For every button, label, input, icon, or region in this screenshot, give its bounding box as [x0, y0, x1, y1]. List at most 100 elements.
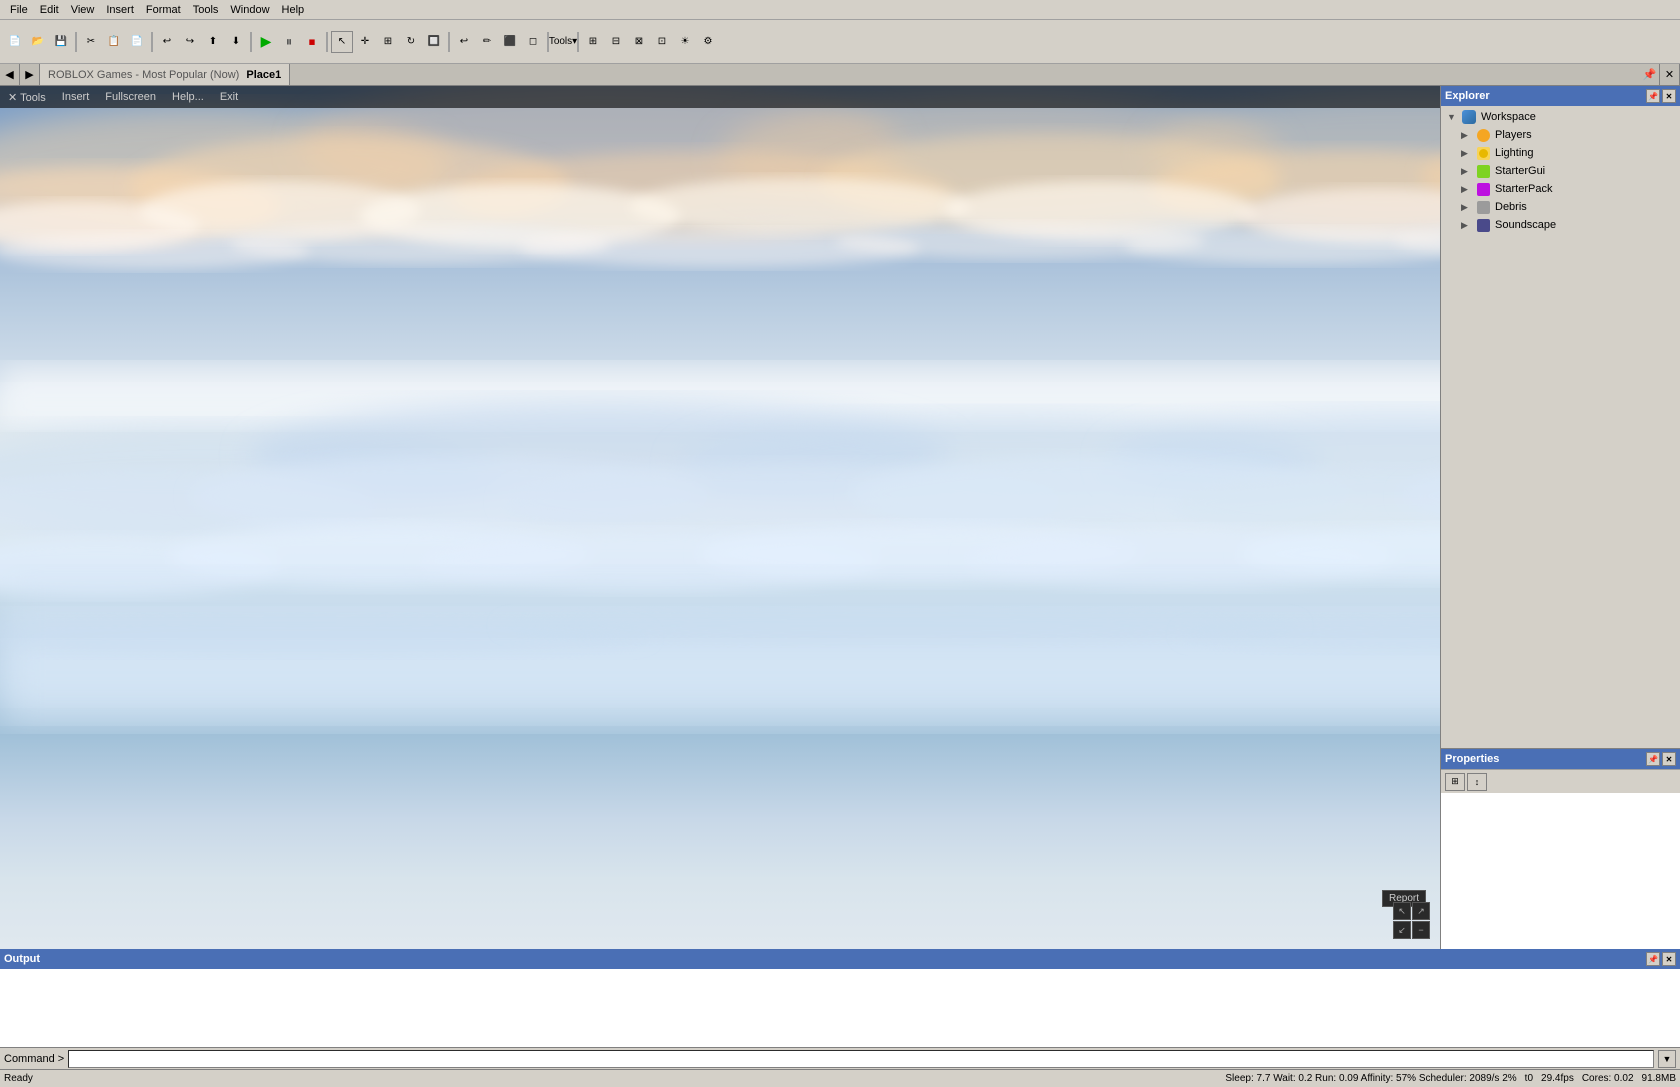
workspace-label: Workspace [1481, 111, 1536, 123]
explorer-soundscape[interactable]: ▶ Soundscape [1443, 216, 1678, 234]
tb-draw[interactable]: ✏ [476, 31, 498, 53]
tb-cut[interactable]: ✂ [80, 31, 102, 53]
tb-copy[interactable]: 📋 [103, 31, 125, 53]
main-area: ✕ Tools Insert Fullscreen Help... Exit R… [0, 86, 1680, 949]
players-label: Players [1495, 129, 1532, 141]
explorer-title: Explorer [1445, 90, 1490, 102]
debris-label: Debris [1495, 201, 1527, 213]
tb-open[interactable]: 📂 [27, 31, 49, 53]
menu-insert[interactable]: Insert [100, 2, 140, 18]
tb-grid[interactable]: ⊞ [582, 31, 604, 53]
command-expand-btn[interactable]: ▼ [1658, 1050, 1676, 1068]
tb-up[interactable]: ⬆ [202, 31, 224, 53]
explorer-pin-btn[interactable]: 📌 [1646, 89, 1660, 103]
properties-header-controls: 📌 ✕ [1646, 752, 1676, 766]
output-title: Output [4, 953, 40, 965]
explorer-lighting[interactable]: ▶ Lighting [1443, 144, 1678, 162]
cam-up-left[interactable]: ↖ [1393, 902, 1411, 920]
menu-format[interactable]: Format [140, 2, 187, 18]
game-toolbar: ✕ Tools Insert Fullscreen Help... Exit [0, 86, 1440, 108]
explorer-panel: Explorer 📌 ✕ ▼ Workspace ▶ [1441, 86, 1680, 749]
tb-paste[interactable]: 📄 [126, 31, 148, 53]
properties-toolbar: ⊞ ↕ [1441, 769, 1680, 793]
tb-move2[interactable]: ⊠ [628, 31, 650, 53]
lighting-icon [1475, 145, 1491, 161]
properties-pin-btn[interactable]: 📌 [1646, 752, 1660, 766]
tb-snap[interactable]: ⊟ [605, 31, 627, 53]
menu-file[interactable]: File [4, 2, 34, 18]
tb-collision[interactable]: 🔲 [423, 31, 445, 53]
game-help-btn[interactable]: Help... [168, 91, 208, 103]
prop-btn-sort[interactable]: ↕ [1467, 773, 1487, 791]
statusbar: Ready Sleep: 7.7 Wait: 0.2 Run: 0.09 Aff… [0, 1069, 1680, 1087]
tab-nav-right[interactable]: ▶ [20, 64, 40, 85]
cam-zoom-out[interactable]: − [1412, 921, 1430, 939]
menu-help[interactable]: Help [276, 2, 311, 18]
game-insert-btn[interactable]: Insert [58, 91, 94, 103]
properties-close-btn[interactable]: ✕ [1662, 752, 1676, 766]
soundscape-icon [1475, 217, 1491, 233]
explorer-close-btn[interactable]: ✕ [1662, 89, 1676, 103]
tab-separator [241, 69, 244, 81]
cam-up-right[interactable]: ↗ [1412, 902, 1430, 920]
tb-light[interactable]: ☀ [674, 31, 696, 53]
tab-label: Place1 [246, 69, 281, 81]
tb-move[interactable]: ✛ [354, 31, 376, 53]
menu-view[interactable]: View [65, 2, 101, 18]
tb-settings[interactable]: ⚙ [697, 31, 719, 53]
menu-window[interactable]: Window [224, 2, 275, 18]
menu-tools[interactable]: Tools [187, 2, 225, 18]
starterpack-icon [1475, 181, 1491, 197]
right-panel: Explorer 📌 ✕ ▼ Workspace ▶ [1440, 86, 1680, 949]
game-fullscreen-btn[interactable]: Fullscreen [101, 91, 160, 103]
tb-stop[interactable]: ⏹ [301, 31, 323, 53]
explorer-startergui[interactable]: ▶ StarterGui [1443, 162, 1678, 180]
explorer-workspace[interactable]: ▼ Workspace [1443, 108, 1678, 126]
tb-undo[interactable]: ↩ [156, 31, 178, 53]
tab-place1[interactable]: ROBLOX Games - Most Popular (Now) Place1 [40, 64, 290, 85]
tb-pause[interactable]: ⏸ [278, 31, 300, 53]
soundscape-label: Soundscape [1495, 219, 1556, 231]
cloud-svg [0, 86, 1440, 949]
starterpack-arrow: ▶ [1461, 184, 1471, 195]
cam-down-left[interactable]: ↙ [1393, 921, 1411, 939]
tb-scale2[interactable]: ⊡ [651, 31, 673, 53]
output-pin-btn[interactable]: 📌 [1646, 952, 1660, 966]
tb-select[interactable]: ↖ [331, 31, 353, 53]
properties-title: Properties [1445, 753, 1499, 765]
explorer-debris[interactable]: ▶ Debris [1443, 198, 1678, 216]
explorer-starterpack[interactable]: ▶ StarterPack [1443, 180, 1678, 198]
menu-edit[interactable]: Edit [34, 2, 65, 18]
tb-scale[interactable]: ⊞ [377, 31, 399, 53]
explorer-header-controls: 📌 ✕ [1646, 89, 1676, 103]
tab-nav-left[interactable]: ◀ [0, 64, 20, 85]
startergui-icon [1475, 163, 1491, 179]
status-ready: Ready [4, 1073, 33, 1084]
tb-save[interactable]: 💾 [50, 31, 72, 53]
tb-fill[interactable]: ⬛ [499, 31, 521, 53]
game-tools-btn[interactable]: ✕ Tools [4, 91, 50, 104]
tb-erase[interactable]: ◻ [522, 31, 544, 53]
tab-close[interactable]: ✕ [1660, 64, 1680, 85]
toolbar: 📄 📂 💾 ✂ 📋 📄 ↩ ↪ ⬆ ⬇ ▶ ⏸ ⏹ ↖ ✛ ⊞ ↻ 🔲 ↩ [0, 20, 1680, 64]
explorer-players[interactable]: ▶ Players [1443, 126, 1678, 144]
startergui-arrow: ▶ [1461, 166, 1471, 177]
tb-rotate[interactable]: ↻ [400, 31, 422, 53]
players-icon [1475, 127, 1491, 143]
tb-undo2[interactable]: ↩ [453, 31, 475, 53]
command-input[interactable] [68, 1050, 1654, 1068]
tb-play[interactable]: ▶ [255, 31, 277, 53]
viewport[interactable]: ✕ Tools Insert Fullscreen Help... Exit R… [0, 86, 1440, 949]
tab-pin[interactable]: 📌 [1640, 64, 1660, 85]
sky-background [0, 86, 1440, 949]
output-header: Output 📌 ✕ [0, 949, 1680, 969]
tb-new[interactable]: 📄 [4, 31, 26, 53]
tb-tools-btn[interactable]: Tools▾ [552, 31, 574, 53]
tb-down[interactable]: ⬇ [225, 31, 247, 53]
explorer-content: ▼ Workspace ▶ Players ▶ [1441, 106, 1680, 748]
output-close-btn[interactable]: ✕ [1662, 952, 1676, 966]
tb-redo[interactable]: ↪ [179, 31, 201, 53]
game-exit-btn[interactable]: Exit [216, 91, 242, 103]
prop-btn-grid[interactable]: ⊞ [1445, 773, 1465, 791]
properties-content [1441, 793, 1680, 949]
